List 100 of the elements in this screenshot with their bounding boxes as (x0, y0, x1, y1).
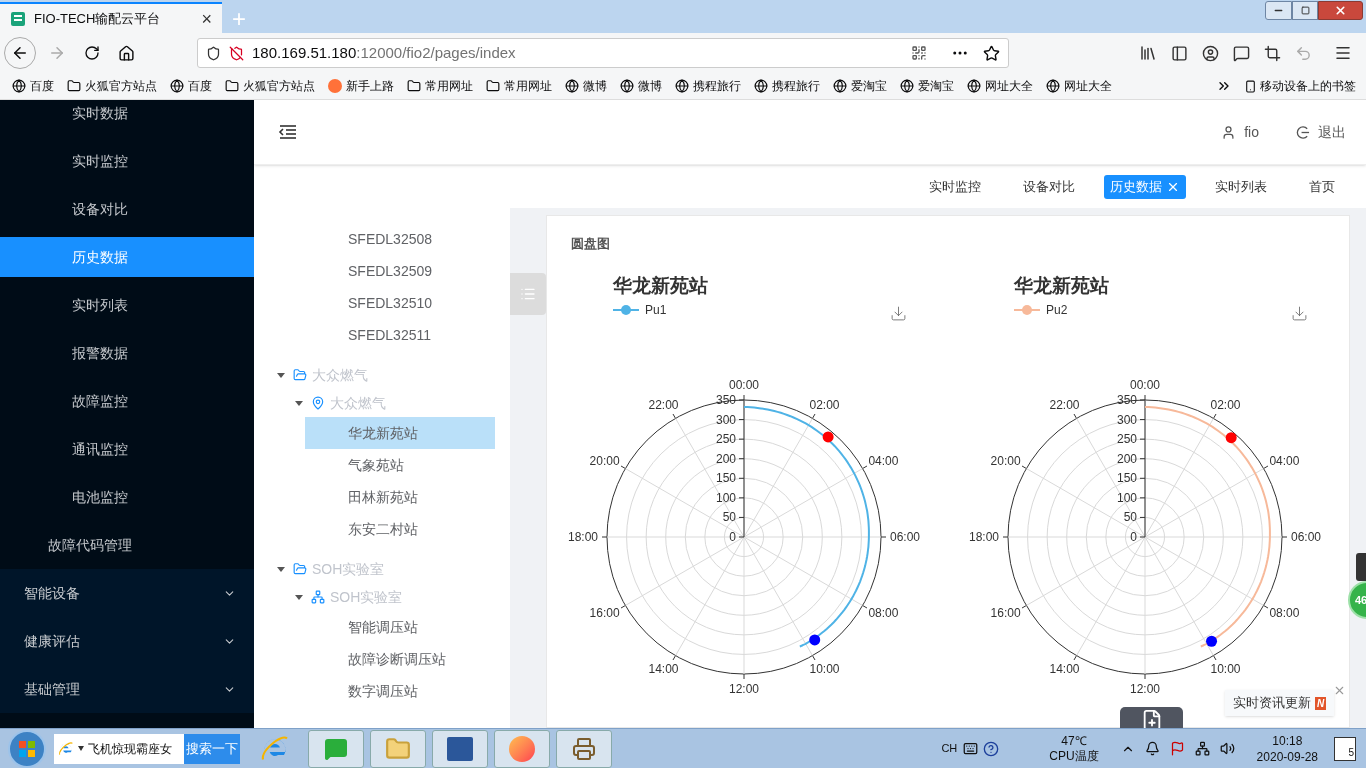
paint-app-icon[interactable] (556, 729, 612, 768)
bookmark-item[interactable]: 百度 (188, 77, 212, 95)
tree-item[interactable]: SFEDL32508 (305, 223, 495, 255)
menu-item[interactable]: 故障监控 (0, 381, 254, 421)
clock[interactable]: 10:18 2020-09-28 (1256, 732, 1318, 765)
axis-label: 50 (722, 509, 736, 524)
tree-item[interactable]: SFEDL32510 (305, 287, 495, 319)
page-tab[interactable]: 实时列表 (1194, 174, 1288, 199)
menu-item[interactable]: 实时监控 (0, 141, 254, 181)
tree-item[interactable]: 数字调压站 (305, 675, 495, 707)
bookmark-item[interactable]: 百度 (30, 77, 54, 95)
logout-button[interactable]: 退出 (1318, 121, 1346, 143)
keyboard-icon[interactable] (963, 741, 979, 756)
bookmark-item[interactable]: 网址大全 (985, 77, 1033, 95)
menu-item[interactable]: 报警数据 (0, 333, 254, 373)
bookmark-item[interactable]: 携程旅行 (772, 77, 820, 95)
close-button[interactable] (1318, 1, 1363, 20)
globe-icon (675, 79, 689, 93)
bookmark-item[interactable]: 新手上路 (346, 77, 394, 95)
globe-icon (833, 79, 847, 93)
bookmark-item[interactable]: 常用网址 (425, 77, 473, 95)
bookmark-item[interactable]: 携程旅行 (693, 77, 741, 95)
axis-label: 06:00 (1291, 529, 1321, 544)
url-field[interactable]: 180.169.51.180:12000/fio2/pages/index (197, 38, 1009, 68)
axis-label: 04:00 (868, 453, 899, 468)
bookmark-item[interactable]: 微博 (583, 77, 607, 95)
add-file-button[interactable] (1120, 707, 1183, 728)
network-icon (311, 590, 325, 604)
star-icon[interactable] (983, 44, 1000, 62)
menu-item[interactable]: 实时列表 (0, 285, 254, 325)
search-field[interactable]: 飞机惊现霸座女 (54, 733, 184, 764)
bookmark-item[interactable]: 爱淘宝 (851, 77, 887, 95)
axis-label: 200 (1116, 451, 1137, 466)
tree-item[interactable]: SFEDL32511 (305, 319, 495, 351)
home-icon[interactable] (118, 44, 135, 62)
legend-item[interactable]: Pu2 (1014, 301, 1068, 319)
network-icon[interactable] (1194, 741, 1210, 756)
bookmark-item[interactable]: 网址大全 (1064, 77, 1112, 95)
page-tab[interactable]: 设备对比 (1002, 174, 1096, 199)
bookmark-item[interactable]: 移动设备上的书签 (1260, 77, 1356, 95)
tree-item[interactable]: 东安二村站 (305, 513, 495, 545)
account-icon[interactable] (1202, 44, 1219, 62)
caret-icon[interactable] (277, 565, 285, 573)
bookmark-item[interactable]: 爱淘宝 (918, 77, 954, 95)
flag-icon[interactable] (1169, 741, 1185, 756)
help-icon[interactable] (983, 740, 1000, 757)
bookmark-item[interactable]: 火狐官方站点 (85, 77, 157, 95)
shield-icon[interactable] (206, 45, 221, 61)
reload-icon[interactable] (84, 45, 100, 61)
crop-icon[interactable] (1264, 44, 1281, 62)
user-menu[interactable]: fio (1244, 121, 1259, 143)
bell-icon[interactable] (1144, 741, 1160, 756)
menu-item[interactable]: 电池监控 (0, 477, 254, 517)
browser-icon[interactable] (58, 740, 74, 757)
sidebar-icon[interactable] (1171, 44, 1188, 62)
bookmark-item[interactable]: 微博 (638, 77, 662, 95)
page-tab[interactable]: 首页 (1288, 174, 1356, 199)
volume-icon[interactable] (1219, 741, 1235, 756)
close-button[interactable]: × (201, 9, 212, 28)
legend-item[interactable]: Pu1 (613, 301, 667, 319)
page-tab[interactable]: 实时监控 (908, 174, 1002, 199)
qr-code-icon[interactable] (911, 45, 927, 61)
caret-icon[interactable] (277, 371, 285, 379)
caret-icon[interactable] (295, 593, 303, 601)
tree-item[interactable]: SFEDL32509 (305, 255, 495, 287)
browser-tab[interactable]: FIO-TECH输配云平台 × (0, 2, 222, 33)
tree-item[interactable]: 田林新苑站 (305, 481, 495, 513)
url-text: 180.169.51.180:12000/fio2/pages/index (252, 42, 516, 63)
caret-icon[interactable] (295, 399, 303, 407)
axis-label: 22:00 (1049, 397, 1080, 412)
marker-dot (1206, 635, 1218, 647)
close-icon[interactable] (1333, 684, 1346, 697)
minimize-button[interactable] (1265, 1, 1292, 20)
tree-item[interactable]: 华龙新苑站 (305, 417, 495, 449)
start-button[interactable] (8, 729, 46, 768)
insecure-icon[interactable] (229, 45, 244, 61)
axis-label: 00:00 (1130, 377, 1160, 392)
menu-item[interactable]: 设备对比 (0, 189, 254, 229)
tree-item[interactable]: 气象苑站 (305, 449, 495, 481)
download-icon[interactable] (890, 304, 907, 322)
action-center-button[interactable]: 5 (1334, 736, 1356, 761)
menu-item[interactable]: 通讯监控 (0, 429, 254, 469)
globe-icon (565, 79, 579, 93)
language-indicator[interactable]: CH (941, 740, 958, 757)
axis-label: 00:00 (729, 377, 759, 392)
library-icon[interactable] (1139, 44, 1157, 62)
chat-icon[interactable] (1233, 44, 1250, 62)
menu-icon[interactable] (1334, 44, 1352, 62)
news-toast[interactable]: 实时资讯更新 N (1225, 690, 1335, 716)
maximize-button[interactable] (1292, 1, 1318, 20)
menu-fold-icon[interactable] (278, 124, 298, 140)
tree-item[interactable]: 智能调压站 (305, 611, 495, 643)
download-icon[interactable] (1291, 304, 1308, 322)
axis-label: 14:00 (1049, 661, 1080, 676)
bookmark-item[interactable]: 火狐官方站点 (243, 77, 315, 95)
bookmark-item[interactable]: 常用网址 (504, 77, 552, 95)
folder-icon (486, 79, 500, 93)
menu-item[interactable]: 故障代码管理 (0, 525, 254, 565)
menu-item[interactable]: 实时数据 (0, 100, 254, 133)
tree-item[interactable]: 故障诊断调压站 (305, 643, 495, 675)
